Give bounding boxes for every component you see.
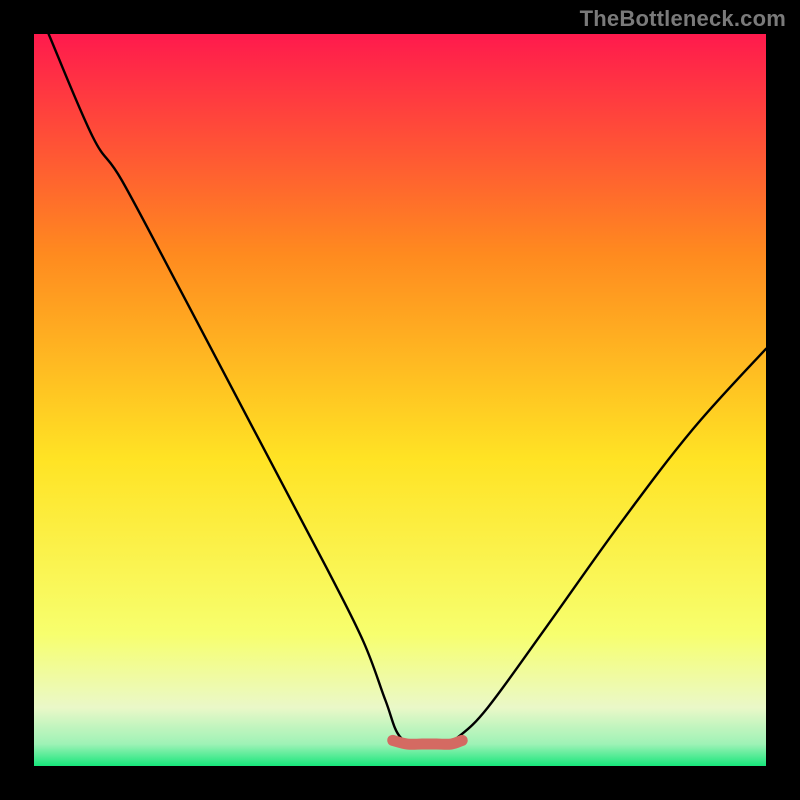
gradient-background xyxy=(34,34,766,766)
chart-frame: TheBottleneck.com xyxy=(0,0,800,800)
optimal-flat-marker xyxy=(393,740,463,744)
chart-plot-area xyxy=(34,34,766,766)
chart-svg xyxy=(34,34,766,766)
watermark-text: TheBottleneck.com xyxy=(580,6,786,32)
